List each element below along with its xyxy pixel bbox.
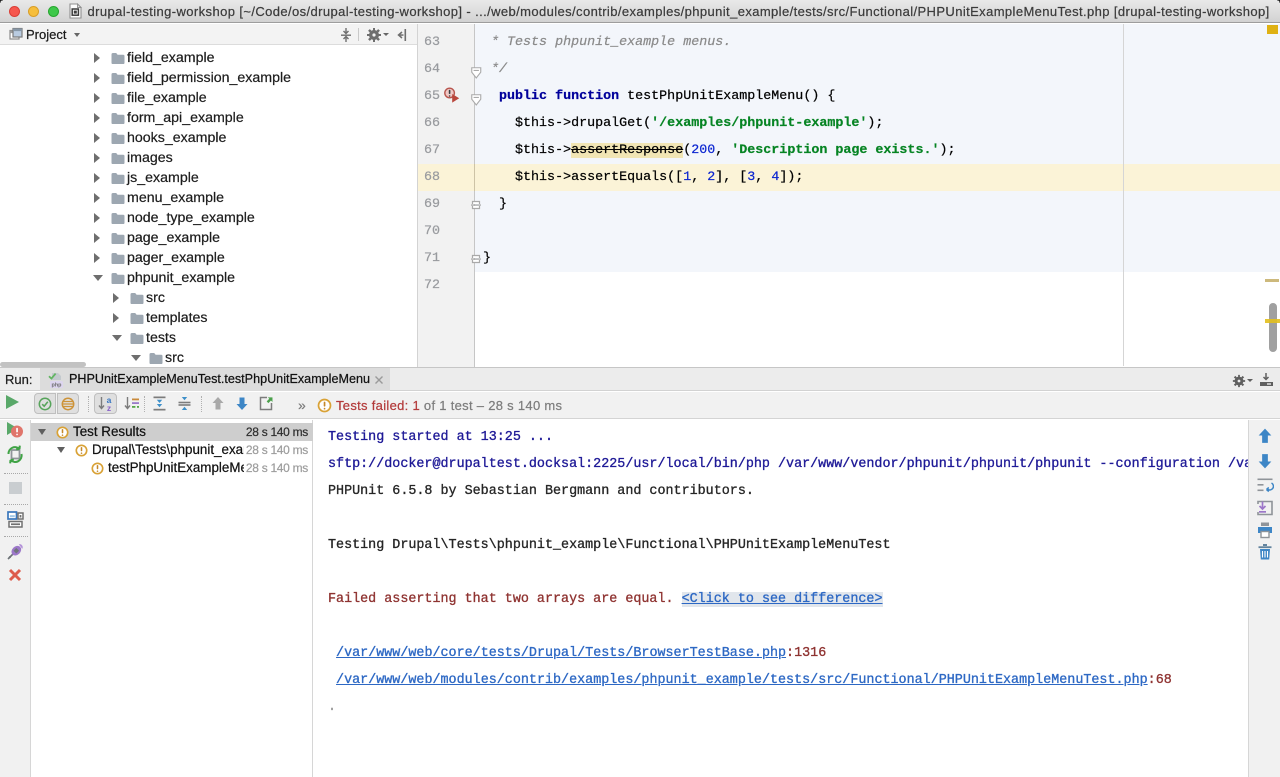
svg-text:php: php: [52, 383, 63, 389]
svg-text:z: z: [107, 403, 111, 412]
